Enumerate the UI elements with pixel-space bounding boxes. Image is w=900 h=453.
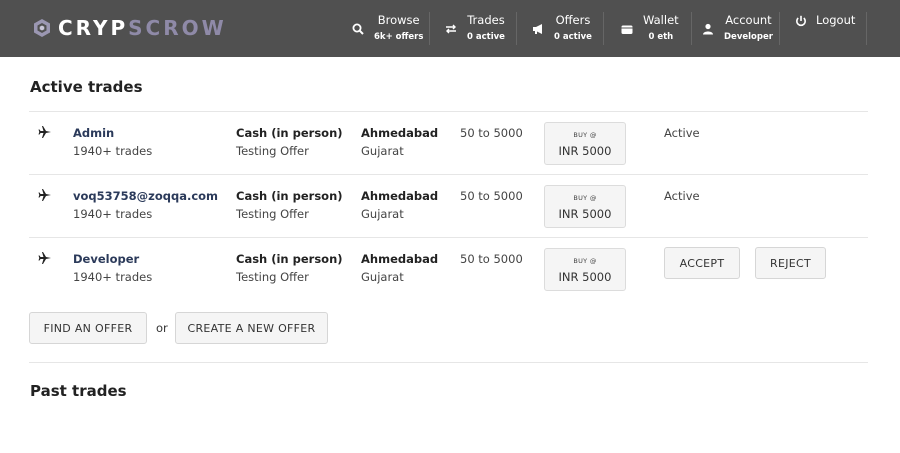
nav-offers-sub: 0 active [554,32,592,42]
price-button[interactable]: BUY @ INR 5000 [544,185,626,228]
search-icon [352,12,374,46]
nav-divider [866,12,867,45]
trade-status: Active [664,126,700,140]
user-icon [702,12,724,46]
table-row: Developer 1940+ trades Cash (in person) … [29,238,868,300]
airplane-icon [38,189,51,201]
nav-account-label: Account [725,13,772,27]
active-trades-heading: Active trades [30,78,143,96]
megaphone-icon [532,12,554,46]
trade-state: Gujarat [361,144,404,158]
nav-account[interactable]: Account Developer [702,12,773,46]
top-navigation-bar: CRYPSCROW Browse 6k+ offers Trades 0 act… [0,0,900,57]
table-row: Admin 1940+ trades Cash (in person) Test… [29,112,868,174]
trade-username[interactable]: voq53758@zoqqa.com [73,187,218,205]
wallet-icon [621,12,643,46]
nav-wallet-sub: 0 eth [648,32,674,42]
trade-status: Active [664,189,700,203]
trade-username[interactable]: Admin [73,124,152,142]
nav-divider [429,12,430,45]
nav-offers[interactable]: Offers 0 active [532,12,592,46]
offer-name: Testing Offer [236,270,309,284]
find-offer-button[interactable]: FIND AN OFFER [29,312,147,344]
trade-limits: 50 to 5000 [460,189,523,203]
airplane-icon [38,126,51,138]
trade-city: Ahmedabad [361,252,439,266]
airplane-icon [38,252,51,264]
nav-logout[interactable]: Logout [795,12,855,46]
divider [29,362,868,363]
nav-divider [516,12,517,45]
nav-divider [691,12,692,45]
trade-user-count: 1940+ trades [73,207,153,221]
trade-city: Ahmedabad [361,126,439,140]
swap-arrows-icon [445,12,467,46]
trade-city: Ahmedabad [361,189,439,203]
price-label: BUY @ [573,257,597,265]
trade-username[interactable]: Developer [73,250,152,268]
nav-trades-sub: 0 active [467,32,505,42]
trade-user-count: 1940+ trades [73,144,153,158]
power-icon [795,12,816,30]
price-button[interactable]: BUY @ INR 5000 [544,248,626,291]
nav-trades-label: Trades [467,13,505,27]
nav-wallet-label: Wallet [643,13,679,27]
price-button[interactable]: BUY @ INR 5000 [544,122,626,165]
payment-method: Cash (in person) [236,126,343,140]
offer-name: Testing Offer [236,144,309,158]
trade-state: Gujarat [361,207,404,221]
nav-browse-sub: 6k+ offers [374,32,424,42]
or-label: or [156,321,168,335]
create-offer-button[interactable]: CREATE A NEW OFFER [175,312,328,344]
nav-divider [779,12,780,45]
nav-browse[interactable]: Browse 6k+ offers [352,12,423,46]
price-value: INR 5000 [558,144,612,158]
offer-name: Testing Offer [236,207,309,221]
trade-limits: 50 to 5000 [460,252,523,266]
nav-divider [603,12,604,45]
nav-logout-label: Logout [816,13,856,27]
nav-account-sub: Developer [724,32,773,42]
price-value: INR 5000 [558,270,612,284]
price-value: INR 5000 [558,207,612,221]
accept-button[interactable]: ACCEPT [664,247,740,279]
price-label: BUY @ [573,194,597,202]
cube-logo-icon [34,19,50,37]
logo-text-primary: CRYP [58,16,129,40]
table-row: voq53758@zoqqa.com 1940+ trades Cash (in… [29,175,868,237]
trade-state: Gujarat [361,270,404,284]
logo-text-accent: SCROW [128,16,227,40]
logo[interactable]: CRYPSCROW [32,16,227,40]
nav-browse-label: Browse [377,13,420,27]
payment-method: Cash (in person) [236,252,343,266]
past-trades-heading: Past trades [30,382,127,400]
reject-button[interactable]: REJECT [755,247,826,279]
nav-offers-label: Offers [555,13,591,27]
trade-limits: 50 to 5000 [460,126,523,140]
trade-user-count: 1940+ trades [73,270,153,284]
payment-method: Cash (in person) [236,189,343,203]
nav-trades[interactable]: Trades 0 active [445,12,505,46]
price-label: BUY @ [573,131,597,139]
nav-wallet[interactable]: Wallet 0 eth [621,12,679,46]
